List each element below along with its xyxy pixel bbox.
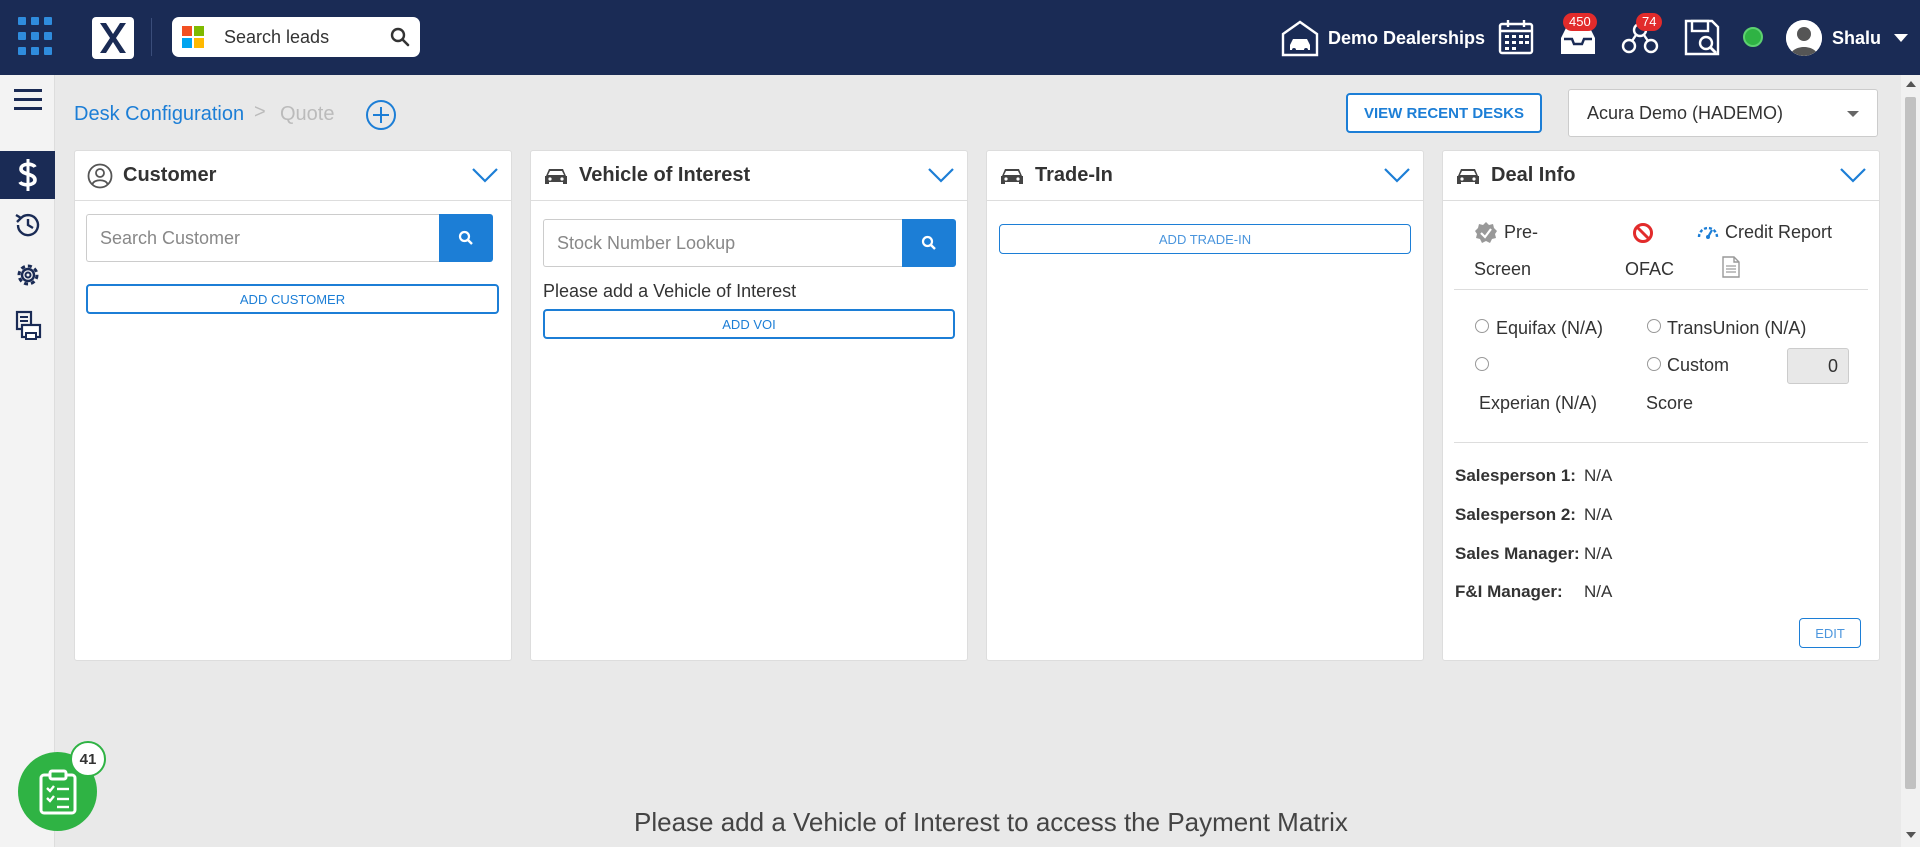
stock-search-button[interactable] [902,219,956,267]
customer-search-button[interactable] [439,214,493,262]
fi-manager-value: N/A [1584,582,1613,601]
add-voi-button[interactable]: ADD VOI [543,309,955,339]
lead-search-box[interactable]: Search leads [172,17,420,57]
dealership-icon [1281,20,1319,57]
transunion-label: TransUnion (N/A) [1667,318,1807,338]
logo-x-icon[interactable] [92,17,134,59]
status-dot-icon[interactable] [1743,27,1763,47]
left-sidebar [0,75,55,847]
equifax-radio[interactable] [1475,319,1489,333]
dealership-switcher[interactable]: Demo Dealerships [1280,18,1485,58]
top-bar: Search leads Demo Dealerships 450 74 Sha… [0,0,1920,75]
caret-down-icon [1847,111,1859,117]
custom-score-label-1: Custom [1667,355,1730,375]
voi-empty-message: Please add a Vehicle of Interest [543,281,797,301]
prohibited-icon[interactable] [1632,222,1654,244]
customer-card-header[interactable]: Customer [75,151,511,201]
user-menu[interactable]: Shalu [1786,18,1909,58]
breadcrumb-desk-configuration[interactable]: Desk Configuration [74,103,244,126]
equifax-label: Equifax (N/A) [1496,318,1604,338]
stock-lookup-group: Stock Number Lookup [543,219,956,267]
gear-icon[interactable] [0,251,55,299]
experian-label: Experian (N/A) [1479,393,1598,413]
edit-deal-button[interactable]: EDIT [1799,618,1861,648]
view-recent-desks-button[interactable]: VIEW RECENT DESKS [1346,93,1542,133]
add-circle-icon[interactable] [365,99,397,131]
user-name: Shalu [1832,27,1882,48]
menu-icon[interactable] [0,75,55,123]
user-circle-icon [87,163,113,188]
pre-screen-label-1[interactable]: Pre- [1504,222,1538,243]
caret-down-icon [1894,34,1909,42]
pre-screen-label-2[interactable]: Screen [1474,259,1531,280]
breadcrumb-separator: > [254,101,266,123]
divider [1454,289,1868,290]
tasks-badge: 41 [70,741,106,777]
trade-in-card-title: Trade-In [1035,164,1113,186]
chevron-down-icon[interactable] [1383,166,1411,184]
customer-search-group: Search Customer [86,214,493,262]
search-icon[interactable] [390,27,410,47]
chevron-down-icon[interactable] [1839,166,1867,184]
chevron-down-icon[interactable] [927,166,955,184]
network-badge: 74 [1636,13,1663,31]
history-icon[interactable] [0,201,55,249]
badge-check-icon[interactable] [1474,221,1498,245]
trade-in-card-header[interactable]: Trade-In [987,151,1423,201]
search-icon [458,230,473,245]
print-icon[interactable] [0,301,55,349]
search-icon [921,235,936,250]
user-avatar-icon [1786,20,1822,56]
sales-manager-value: N/A [1584,544,1613,563]
experian-radio[interactable] [1475,357,1489,371]
page-scrollbar[interactable] [1901,75,1920,847]
custom-score-radio[interactable] [1647,357,1661,371]
calendar-icon[interactable] [1497,18,1537,58]
transunion-radio[interactable] [1647,319,1661,333]
custom-score-input[interactable]: 0 [1787,348,1849,384]
breadcrumb-quote: Quote [280,103,335,125]
lead-search-input[interactable]: Search leads [224,27,390,48]
stock-number-input[interactable]: Stock Number Lookup [543,219,902,267]
customer-search-input[interactable]: Search Customer [86,214,439,262]
scroll-thumb[interactable] [1905,97,1916,789]
car-icon [1001,168,1023,184]
inbox-badge: 450 [1563,13,1597,31]
deal-info-card-title: Deal Info [1491,164,1576,186]
fi-manager-label: F&I Manager: [1455,582,1563,601]
scroll-down-arrow-icon[interactable] [1906,832,1916,838]
chevron-down-icon[interactable] [471,166,499,184]
dealer-select-value: Acura Demo (HADEMO) [1587,102,1784,123]
gauge-icon[interactable] [1696,222,1720,240]
divider [151,18,152,56]
deal-info-card-header[interactable]: Deal Info [1443,151,1879,201]
salesperson1-label: Salesperson 1: [1455,466,1576,485]
car-icon [545,168,567,184]
custom-score-label-2: Score [1646,393,1694,413]
voi-card-header[interactable]: Vehicle of Interest [531,151,967,201]
sales-manager-label: Sales Manager: [1455,544,1580,563]
add-customer-button[interactable]: ADD CUSTOMER [86,284,499,314]
salesperson1-value: N/A [1584,466,1613,485]
salesperson2-label: Salesperson 2: [1455,505,1576,524]
save-search-icon[interactable] [1683,18,1723,58]
add-trade-in-button[interactable]: ADD TRADE-IN [999,224,1411,254]
credit-report-link[interactable]: Credit Report [1725,222,1832,243]
dollar-icon[interactable] [0,151,55,199]
scroll-up-arrow-icon[interactable] [1906,81,1916,87]
microsoft-icon [182,26,204,48]
divider [1454,442,1868,443]
document-icon[interactable] [1722,256,1740,278]
dealer-select[interactable]: Acura Demo (HADEMO) [1568,89,1878,137]
salesperson2-value: N/A [1584,505,1613,524]
ofac-label[interactable]: OFAC [1625,259,1674,280]
voi-card-title: Vehicle of Interest [579,164,751,186]
payment-matrix-message: Please add a Vehicle of Interest to acce… [634,807,1348,837]
dealership-name: Demo Dealerships [1328,27,1486,48]
customer-card-title: Customer [123,164,217,186]
clipboard-icon [39,769,76,814]
car-icon [1457,168,1479,184]
apps-grid-icon[interactable] [18,17,58,57]
